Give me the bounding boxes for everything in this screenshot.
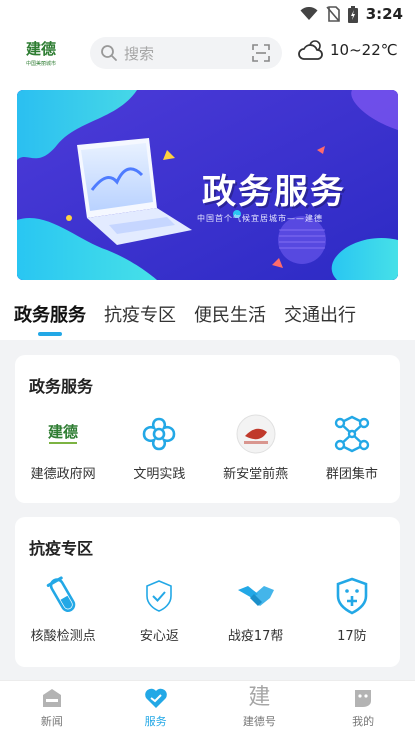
nav-label: 新闻 — [40, 715, 63, 728]
service-jiande-gov[interactable]: 建德 建德政府网 — [15, 413, 111, 482]
tab-anti-epidemic[interactable]: 抗疫专区 — [104, 296, 176, 340]
tab-label: 抗疫专区 — [104, 305, 176, 326]
service-label: 核酸检测点 — [30, 629, 96, 644]
status-icons: 3:24 — [300, 5, 403, 23]
cloud-icon — [298, 40, 323, 60]
wifi-icon — [300, 7, 318, 20]
jian-icon: 建 — [248, 685, 271, 710]
news-icon — [42, 689, 61, 707]
status-time: 3:24 — [365, 5, 403, 23]
test-tube-icon — [42, 575, 84, 617]
shield-plus-icon — [331, 575, 373, 617]
svg-text:建德: 建德 — [48, 423, 78, 441]
nav-label: 我的 — [352, 715, 375, 728]
service-safe-return[interactable]: 安心返 — [111, 575, 207, 644]
service-label: 新安堂前燕 — [223, 467, 289, 482]
service-group-market[interactable]: 群团集市 — [304, 413, 400, 482]
service-17-prevention[interactable]: 17防 — [304, 575, 400, 644]
nav-label: 建德号 — [242, 715, 276, 728]
weather-temperature: 10~22℃ — [330, 41, 398, 59]
gov-services-card: 政务服务 建德 建德政府网 文明实践 新安堂前燕 群团集市 — [15, 355, 400, 503]
nav-news[interactable]: 新闻 — [0, 681, 104, 737]
service-nucleic-test-sites[interactable]: 核酸检测点 — [15, 575, 111, 644]
search-bar[interactable]: 搜索 — [90, 37, 282, 69]
service-civilization-practice[interactable]: 文明实践 — [111, 413, 207, 482]
anti-epidemic-grid: 核酸检测点 安心返 战疫17帮 17防 — [15, 575, 400, 644]
app-logo[interactable]: 建德 中国美丽城市 — [16, 30, 66, 78]
bottom-navigation: 新闻 服务 建 建德号 我的 — [0, 680, 415, 737]
banner-subtitle: 中国首个气候宜居城市——建德 — [197, 214, 323, 223]
service-label: 文明实践 — [133, 467, 186, 482]
service-fight-epidemic-17[interactable]: 战疫17帮 — [208, 575, 304, 644]
gov-services-grid: 建德 建德政府网 文明实践 新安堂前燕 群团集市 — [15, 413, 400, 482]
nav-services[interactable]: 服务 — [104, 681, 208, 737]
nav-label: 服务 — [144, 715, 167, 728]
logo-text: 建德 — [25, 39, 56, 58]
category-tabs: 政务服务 抗疫专区 便民生活 交通出行 — [0, 296, 415, 340]
weather-widget[interactable]: 10~22℃ — [298, 38, 398, 62]
banner-title: 政务服务 — [202, 172, 346, 212]
service-label: 战疫17帮 — [227, 629, 284, 644]
search-icon — [101, 45, 117, 61]
shield-check-icon — [138, 575, 180, 617]
tab-label: 交通出行 — [284, 305, 356, 326]
flower-icon — [138, 413, 180, 455]
scan-icon[interactable] — [252, 44, 270, 62]
tab-gov-services[interactable]: 政务服务 — [14, 296, 86, 340]
tab-transport[interactable]: 交通出行 — [284, 296, 356, 340]
service-xinan-tangqianyan[interactable]: 新安堂前燕 — [208, 413, 304, 482]
anti-epidemic-card: 抗疫专区 核酸检测点 安心返 战疫17帮 17防 — [15, 517, 400, 667]
search-placeholder: 搜索 — [124, 44, 155, 63]
service-label: 安心返 — [139, 629, 179, 644]
no-sim-icon — [326, 6, 340, 22]
tab-active-indicator — [38, 332, 62, 336]
nav-jiande-account[interactable]: 建 建德号 — [208, 681, 312, 737]
tab-label: 政务服务 — [14, 305, 86, 326]
service-label: 17防 — [337, 629, 367, 644]
seal-icon — [235, 413, 277, 455]
jiande-logo-icon: 建德 — [42, 413, 84, 455]
battery-icon — [347, 5, 358, 23]
promo-banner[interactable]: 政务服务 中国首个气候宜居城市——建德 — [17, 90, 398, 280]
logo-subtitle: 中国美丽城市 — [25, 60, 56, 67]
nav-profile[interactable]: 我的 — [311, 681, 415, 737]
status-bar: 3:24 — [0, 0, 415, 28]
tab-label: 便民生活 — [194, 305, 266, 326]
section-title: 抗疫专区 — [29, 539, 94, 558]
service-label: 建德政府网 — [30, 467, 96, 482]
handshake-icon — [235, 575, 277, 617]
app-header: 建德 中国美丽城市 搜索 10~22℃ — [0, 28, 415, 80]
section-title: 政务服务 — [29, 377, 94, 396]
network-icon — [331, 413, 373, 455]
heart-icon — [144, 688, 167, 708]
service-label: 群团集市 — [325, 467, 378, 482]
tab-daily-life[interactable]: 便民生活 — [194, 296, 266, 340]
profile-icon — [355, 690, 372, 707]
banner-area: 政务服务 中国首个气候宜居城市——建德 — [0, 80, 415, 296]
